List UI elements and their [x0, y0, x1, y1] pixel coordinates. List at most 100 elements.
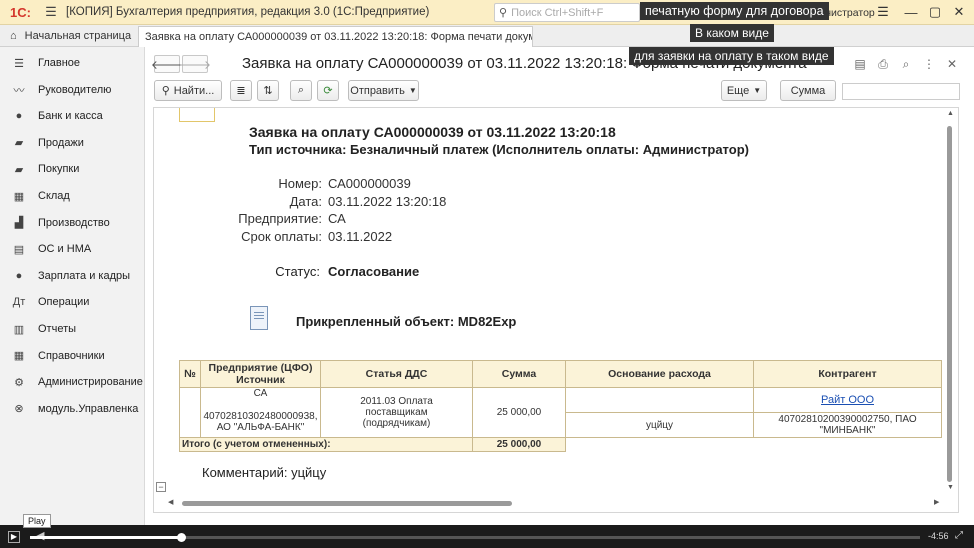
- cell-reason: уцйцу: [565, 412, 754, 438]
- report-field: Дата: 03.11.2022 13:20:18: [194, 194, 494, 209]
- report-field-label: Дата:: [289, 193, 322, 209]
- sum-button[interactable]: Сумма: [780, 80, 836, 101]
- cell-article: 2011.03 Оплата поставщикам (подрядчикам): [320, 387, 473, 438]
- back-button[interactable]: 🡐: [151, 55, 183, 73]
- tab-document-label: Заявка на оплату СА000000039 от 03.11.20…: [145, 31, 533, 43]
- col-header: №: [179, 360, 201, 388]
- print-form[interactable]: Заявка на оплату СА000000039 от 03.11.20…: [153, 107, 959, 513]
- sum-field[interactable]: [842, 83, 960, 100]
- main-area: 🡐 🡒 Заявка на оплату СА000000039 от 03.1…: [146, 47, 974, 525]
- play-tooltip-label: Play: [28, 516, 46, 526]
- document-icon[interactable]: [250, 306, 268, 330]
- cell-amount: 25 000,00: [472, 387, 566, 438]
- sidebar-item[interactable]: ▰ Покупки: [0, 156, 145, 182]
- print-icon[interactable]: ⎙: [875, 56, 891, 72]
- status-label: Статус:: [275, 264, 320, 279]
- tab-home[interactable]: ⌂ Начальная страница: [0, 25, 138, 47]
- sidebar-item[interactable]: 〰 Руководителю: [0, 77, 145, 103]
- home-icon: ⌂: [10, 30, 17, 42]
- collapse-icon[interactable]: −: [156, 482, 166, 492]
- video-player-bar: ▶ ◀ -4:56 ⤢: [0, 525, 974, 548]
- window-title: [КОПИЯ] Бухгалтерия предприятия, редакци…: [66, 6, 430, 18]
- maximize-icon[interactable]: ▢: [926, 4, 944, 20]
- close-icon[interactable]: ✕: [950, 4, 968, 20]
- sidebar-item-icon: ▦: [13, 350, 25, 363]
- report-field-label: Срок оплаты:: [241, 228, 322, 244]
- sidebar-item-label: Производство: [38, 216, 110, 229]
- sidebar-item-label: Банк и касса: [38, 110, 103, 123]
- sidebar-item-label: Администрирование: [38, 376, 143, 389]
- sidebar-item[interactable]: ● Банк и касса: [0, 103, 145, 129]
- search-icon: ⚲: [499, 7, 508, 19]
- sidebar-item[interactable]: ☰ Главное: [0, 50, 145, 76]
- report-field-value: 03.11.2022: [328, 228, 393, 244]
- form-close-icon[interactable]: ✕: [944, 56, 960, 72]
- sidebar-item[interactable]: ▰ Продажи: [0, 130, 145, 156]
- sidebar-item-label: Руководителю: [38, 83, 112, 96]
- attached-object: Прикрепленный объект: MD82Exp: [296, 314, 517, 329]
- horizontal-scrollbar[interactable]: ◀ ▶: [168, 498, 944, 508]
- menu-icon[interactable]: ☰: [44, 4, 58, 19]
- save-icon[interactable]: ▤: [852, 56, 868, 72]
- send-label: Отправить: [350, 84, 405, 97]
- play-button[interactable]: ▶: [8, 531, 20, 543]
- sidebar-item-icon: ▤: [13, 243, 25, 256]
- caption-3: для заявки на оплату в таком виде: [629, 47, 834, 65]
- sidebar-item[interactable]: ▤ ОС и НМА: [0, 236, 145, 262]
- more-dropdown-icon: ▼: [753, 86, 762, 95]
- sidebar-item-label: Продажи: [38, 136, 84, 149]
- sidebar-item-icon: ▦: [13, 190, 25, 203]
- caption-1: печатную форму для договора: [640, 2, 829, 20]
- sidebar-item-label: Склад: [38, 190, 70, 202]
- col-header: Основание расхода: [565, 360, 754, 388]
- total-label: Итого (с учетом отмененных):: [179, 437, 473, 452]
- report-field-value: СА000000039: [328, 176, 411, 191]
- find-icon: ⚲: [161, 85, 170, 97]
- col-header: Контрагент: [753, 360, 942, 388]
- forward-button[interactable]: 🡒: [179, 55, 211, 73]
- sidebar-item-icon: ⊗: [14, 403, 24, 416]
- sidebar-item-icon: ●: [15, 269, 23, 282]
- more-button[interactable]: Еще ▼: [721, 80, 767, 101]
- sidebar-item[interactable]: ● Зарплата и кадры: [0, 263, 145, 289]
- counterparty-link[interactable]: Райт ООО: [821, 394, 874, 406]
- settings-icon[interactable]: ☰: [874, 4, 892, 20]
- sidebar-item[interactable]: ▦ Справочники: [0, 343, 145, 369]
- sidebar-item-label: Справочники: [38, 349, 105, 362]
- status-value: Согласование: [328, 264, 420, 279]
- sidebar-item[interactable]: ⚙ Администрирование: [0, 369, 145, 395]
- sidebar-item[interactable]: ▦ Склад: [0, 183, 145, 209]
- find-button[interactable]: ⚲ Найти...: [154, 80, 222, 101]
- vertical-scrollbar[interactable]: ▲ ▼: [944, 110, 956, 494]
- report-field-value: СА: [328, 211, 346, 226]
- find-label: Найти...: [173, 84, 215, 97]
- list-button[interactable]: ≣: [230, 80, 252, 101]
- tab-document[interactable]: Заявка на оплату СА000000039 от 03.11.20…: [138, 26, 533, 47]
- report-heading: Заявка на оплату СА000000039 от 03.11.20…: [249, 124, 616, 140]
- global-search-input[interactable]: ⚲ Поиск Ctrl+Shift+F: [494, 3, 640, 22]
- sidebar-item-label: Зарплата и кадры: [38, 269, 131, 282]
- cell-enterprise: СА 40702810302480000938, АО "АЛЬФА-БАНК": [200, 387, 321, 438]
- sidebar-item-icon: ▰: [14, 163, 24, 176]
- sidebar-item-label: ОС и НМА: [38, 243, 92, 256]
- cell-cursor: [179, 108, 215, 122]
- sidebar-item-icon: ☰: [14, 57, 24, 70]
- sidebar-item[interactable]: Дт Операции: [0, 289, 145, 315]
- preview-button[interactable]: ⌕: [290, 80, 312, 101]
- fullscreen-icon[interactable]: ⤢: [955, 530, 963, 541]
- export-button[interactable]: ⟳: [317, 80, 339, 101]
- sidebar-item[interactable]: ▥ Отчеты: [0, 316, 145, 342]
- minimize-icon[interactable]: —: [902, 4, 920, 20]
- more-icon[interactable]: ⋮: [921, 56, 937, 72]
- sidebar-item[interactable]: ⊗ модуль.Управленка: [0, 396, 145, 422]
- sidebar-item-icon: ▥: [13, 323, 25, 336]
- progress-fill: [30, 536, 182, 539]
- sidebar-item[interactable]: ▟ Производство: [0, 210, 145, 236]
- sort-button[interactable]: ⇅: [257, 80, 279, 101]
- more-label: Еще: [726, 84, 750, 97]
- preview-icon[interactable]: ⌕: [898, 56, 914, 72]
- report-field-label: Номер:: [278, 176, 322, 191]
- send-button[interactable]: Отправить ▼: [348, 80, 419, 101]
- tab-bar: ⌂ Начальная страница Заявка на оплату СА…: [0, 25, 974, 47]
- progress-knob[interactable]: [177, 533, 187, 542]
